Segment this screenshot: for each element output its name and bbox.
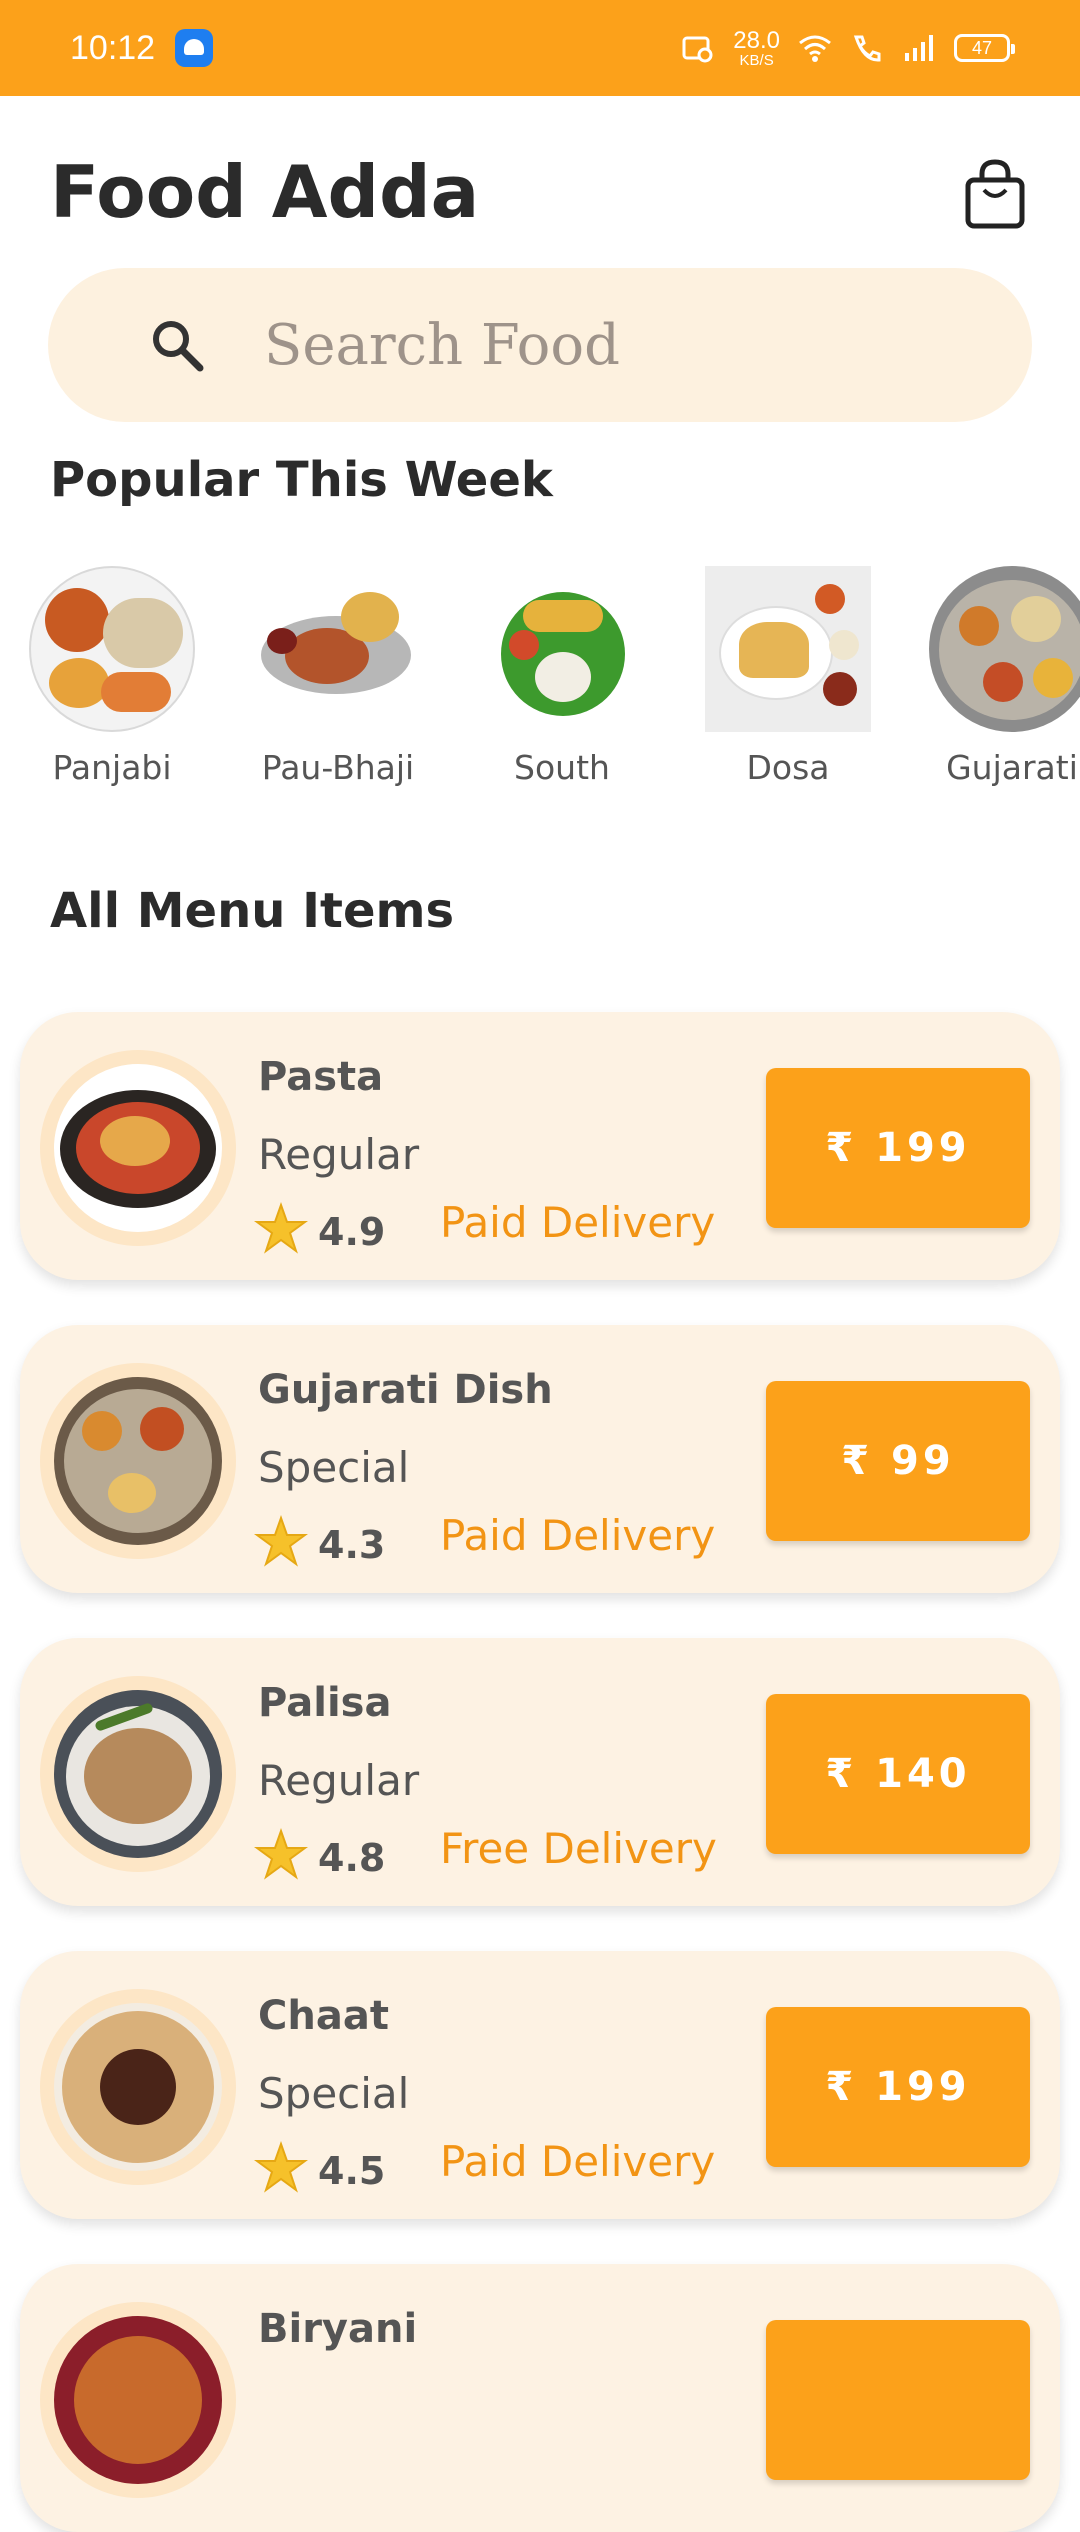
search-icon[interactable]: [146, 314, 208, 376]
category-gujarati[interactable]: Gujarati: [912, 566, 1080, 787]
item-thumbnail: [40, 1676, 236, 1872]
item-type: Regular: [258, 1130, 420, 1179]
search-input[interactable]: [262, 311, 866, 379]
pasta-image: [54, 1064, 222, 1232]
star-icon: [254, 1515, 308, 1567]
menu-item-card[interactable]: Palisa Regular 4.8 Free Delivery ₹ 140: [20, 1638, 1060, 1906]
pau-bhaji-image: [255, 566, 421, 732]
item-name: Pasta: [258, 1054, 384, 1100]
category-dosa[interactable]: Dosa: [688, 566, 888, 787]
delivery-type: Paid Delivery: [440, 1511, 716, 1560]
category-south[interactable]: South: [462, 566, 662, 787]
item-thumbnail: [40, 1989, 236, 2185]
menu-item-card[interactable]: Chaat Special 4.5 Paid Delivery ₹ 199: [20, 1951, 1060, 2219]
status-bar: 10:12 28.0 KB/S 47: [0, 0, 1080, 96]
shopping-bag-icon[interactable]: [962, 158, 1028, 230]
wifi-call-icon: [853, 35, 881, 62]
category-label: Gujarati: [946, 748, 1078, 787]
item-name: Biryani: [258, 2306, 418, 2352]
signal-icon: [905, 35, 933, 61]
app-title: Food Adda: [50, 150, 480, 234]
speed-unit: KB/S: [739, 51, 774, 69]
menu-item-card[interactable]: Gujarati Dish Special 4.3 Paid Delivery …: [20, 1325, 1060, 1593]
item-name: Gujarati Dish: [258, 1367, 553, 1413]
star-icon: [254, 1828, 308, 1880]
android-app-icon: [175, 29, 214, 67]
wifi-icon: [799, 35, 831, 62]
gujarati-dish-image: [54, 1377, 222, 1545]
search-bar[interactable]: [48, 268, 1032, 422]
price-button[interactable]: [766, 2320, 1030, 2480]
item-name: Chaat: [258, 1993, 389, 2039]
category-label: Pau-Bhaji: [261, 748, 415, 787]
item-rating: 4.8: [318, 1836, 386, 1880]
star-icon: [254, 2141, 308, 2193]
delivery-type: Paid Delivery: [440, 2137, 716, 2186]
star-icon: [254, 1202, 308, 1254]
menu-section-title: All Menu Items: [50, 883, 455, 939]
biryani-image: [54, 2316, 222, 2484]
item-thumbnail: [40, 1363, 236, 1559]
category-label: Panjabi: [52, 748, 172, 787]
network-speed: 28.0 KB/S: [733, 26, 780, 69]
price-button[interactable]: ₹ 99: [766, 1381, 1030, 1541]
delivery-type: Paid Delivery: [440, 1198, 716, 1247]
item-rating: 4.5: [318, 2149, 386, 2193]
menu-item-card[interactable]: Biryani: [20, 2264, 1060, 2532]
status-icons: 28.0 KB/S 47: [681, 26, 1015, 69]
item-type: Special: [258, 2069, 410, 2118]
item-type: Special: [258, 1443, 410, 1492]
item-thumbnail: [40, 2302, 236, 2498]
delivery-type: Free Delivery: [440, 1824, 717, 1873]
item-type: Regular: [258, 1756, 420, 1805]
panjabi-image: [29, 566, 195, 732]
category-label: Dosa: [746, 748, 830, 787]
category-panjabi[interactable]: Panjabi: [12, 566, 212, 787]
price-button[interactable]: ₹ 199: [766, 2007, 1030, 2167]
price-button[interactable]: ₹ 140: [766, 1694, 1030, 1854]
chaat-image: [54, 2003, 222, 2171]
menu-item-card[interactable]: Pasta Regular 4.9 Paid Delivery ₹ 199: [20, 1012, 1060, 1280]
popular-section-title: Popular This Week: [50, 452, 553, 508]
popular-carousel[interactable]: Panjabi Pau-Bhaji South Dosa Gujarati: [0, 566, 1080, 806]
battery-icon: 47: [954, 34, 1015, 62]
status-time: 10:12: [70, 28, 156, 67]
item-thumbnail: [40, 1050, 236, 1246]
item-rating: 4.3: [318, 1523, 386, 1567]
speed-value: 28.0: [733, 26, 780, 54]
dosa-image: [705, 566, 871, 732]
palisa-image: [54, 1690, 222, 1858]
price-button[interactable]: ₹ 199: [766, 1068, 1030, 1228]
screen-record-icon: [682, 36, 713, 63]
category-pau-bhaji[interactable]: Pau-Bhaji: [238, 566, 438, 787]
south-image: [479, 566, 645, 732]
gujarati-image: [929, 566, 1080, 732]
item-rating: 4.9: [318, 1210, 386, 1254]
category-label: South: [514, 748, 610, 787]
item-name: Palisa: [258, 1680, 392, 1726]
